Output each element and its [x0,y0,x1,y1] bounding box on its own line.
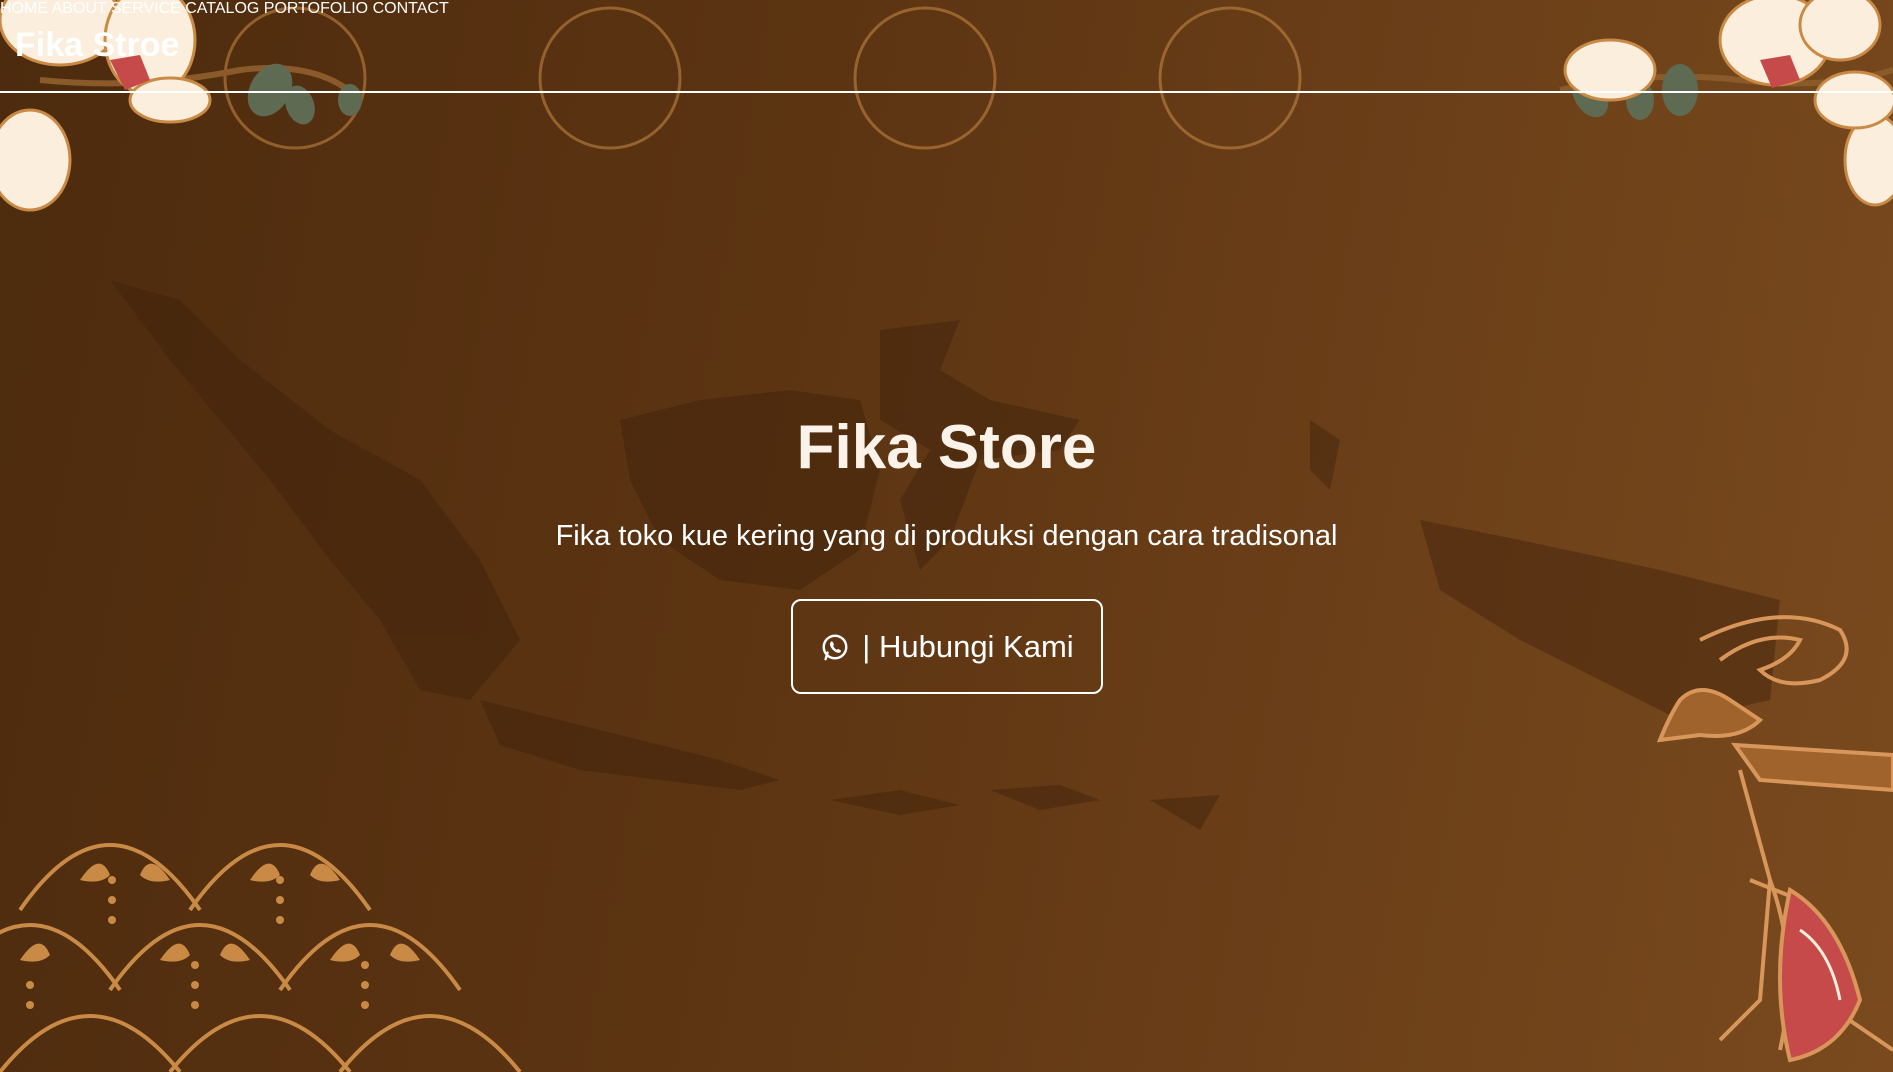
batik-motif-dots [20,863,420,1009]
brand-logo[interactable]: Fika Stroe [15,26,179,65]
navbar: Fika Stroe HOME ABOUT SERVICE CATALOG PO… [0,0,1893,93]
whatsapp-icon [822,634,848,660]
nav-portofolio[interactable]: PORTOFOLIO [264,0,368,17]
contact-button[interactable]: | Hubungi Kami [791,599,1103,694]
nav-about[interactable]: ABOUT [52,0,107,17]
contact-button-label: | Hubungi Kami [862,628,1074,664]
nav-service[interactable]: SERVICE [111,0,181,17]
nav-contact[interactable]: CONTACT [373,0,449,17]
map-silhouette [110,280,1780,830]
hero-title: Fika Store [796,413,1097,482]
hero-subtitle: Fika toko kue kering yang di produksi de… [555,520,1338,552]
nav-catalog[interactable]: CATALOG [185,0,259,17]
nav-home[interactable]: HOME [0,0,48,17]
